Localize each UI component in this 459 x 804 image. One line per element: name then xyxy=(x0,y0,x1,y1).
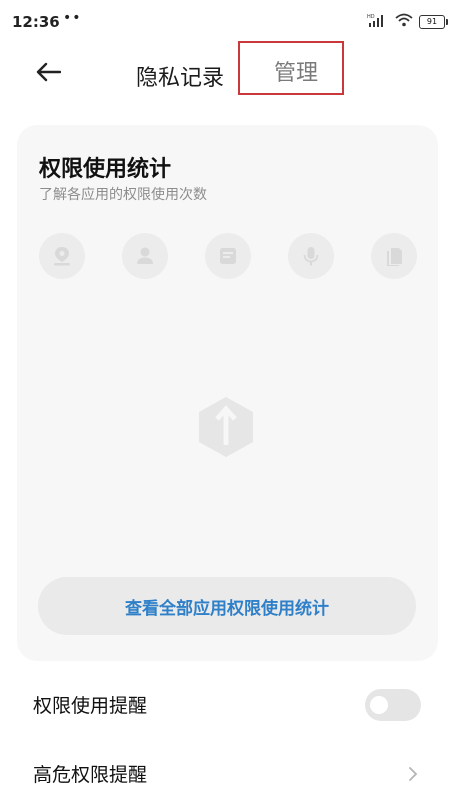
signal-icon: HD xyxy=(367,12,389,31)
top-bar: 隐私记录 管理 xyxy=(0,41,459,102)
permission-stats-card: 权限使用统计 了解各应用的权限使用次数 查看全部应用权限使用统计 xyxy=(17,125,438,661)
status-bar: 12:36 •• HD 91 xyxy=(0,0,459,44)
storage-icon xyxy=(371,233,417,279)
arrow-left-icon xyxy=(35,62,62,86)
usage-reminder-row[interactable]: 权限使用提醒 xyxy=(0,675,459,735)
microphone-icon xyxy=(288,233,334,279)
permission-icon-row xyxy=(39,233,417,279)
toggle-knob xyxy=(370,696,388,714)
manage-label: 管理 xyxy=(274,61,319,86)
status-icons: HD 91 xyxy=(367,12,448,31)
usage-reminder-label: 权限使用提醒 xyxy=(33,695,148,717)
view-all-stats-button[interactable]: 查看全部应用权限使用统计 xyxy=(38,577,416,635)
empty-state-logo-icon xyxy=(195,395,257,459)
wifi-icon xyxy=(395,12,413,31)
manage-button[interactable]: 管理 xyxy=(238,41,344,95)
high-risk-reminder-label: 高危权限提醒 xyxy=(33,764,148,786)
status-time: 12:36 xyxy=(12,13,60,31)
chevron-right-icon xyxy=(408,766,418,786)
network-type-label: HD xyxy=(367,14,375,20)
back-button[interactable] xyxy=(28,54,68,94)
messages-icon xyxy=(205,233,251,279)
contacts-icon xyxy=(122,233,168,279)
view-all-stats-label: 查看全部应用权限使用统计 xyxy=(125,598,329,619)
usage-reminder-toggle[interactable] xyxy=(365,689,421,721)
card-subtitle: 了解各应用的权限使用次数 xyxy=(39,187,207,203)
battery-icon: 91 xyxy=(419,14,448,29)
notification-dots: •• xyxy=(63,10,82,26)
high-risk-reminder-row[interactable]: 高危权限提醒 xyxy=(0,744,459,804)
card-title: 权限使用统计 xyxy=(39,157,172,182)
location-icon xyxy=(39,233,85,279)
page-title: 隐私记录 xyxy=(136,66,225,91)
